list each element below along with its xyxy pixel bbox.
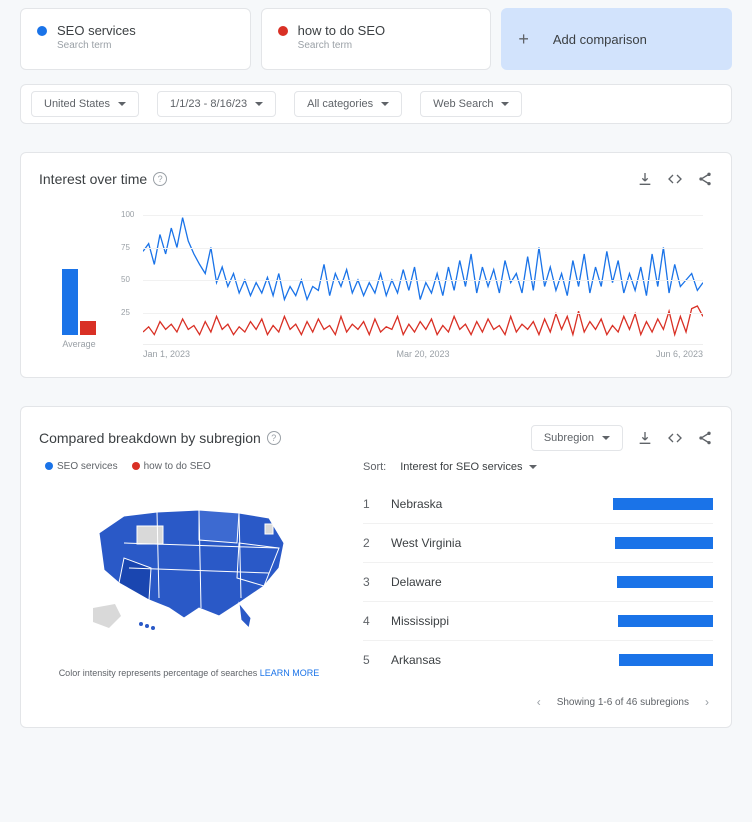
region-name: Delaware: [391, 575, 603, 589]
us-map[interactable]: [39, 488, 339, 638]
filter-category-label: All categories: [307, 98, 373, 110]
map-footnote: Color intensity represents percentage of…: [39, 668, 339, 678]
subregion-dropdown-label: Subregion: [544, 432, 594, 444]
plus-icon: +: [518, 29, 529, 50]
region-name: Nebraska: [391, 497, 599, 511]
chevron-down-icon: [602, 436, 610, 440]
embed-icon[interactable]: [667, 171, 683, 187]
share-icon[interactable]: [697, 430, 713, 446]
region-row[interactable]: 4 Mississippi: [363, 602, 713, 641]
region-row[interactable]: 2 West Virginia: [363, 524, 713, 563]
avg-bar-series-1: [62, 269, 78, 335]
filter-bar: United States 1/1/23 - 8/16/23 All categ…: [20, 84, 732, 124]
comparison-row: SEO services Search term how to do SEO S…: [20, 8, 732, 70]
region-rank: 4: [363, 614, 377, 628]
term-name: SEO services: [57, 23, 136, 38]
region-bar: [617, 576, 713, 588]
download-icon[interactable]: [637, 171, 653, 187]
filter-geo[interactable]: United States: [31, 91, 139, 117]
avg-bar-series-2: [80, 321, 96, 335]
chevron-down-icon: [255, 102, 263, 106]
learn-more-link[interactable]: LEARN MORE: [260, 668, 320, 678]
region-rank: 2: [363, 536, 377, 550]
x-tick: Jun 6, 2023: [656, 349, 703, 359]
term-name: how to do SEO: [298, 23, 385, 38]
pagination-text: Showing 1-6 of 46 subregions: [557, 697, 689, 708]
sort-dropdown[interactable]: Interest for SEO services: [400, 461, 536, 473]
region-bar: [619, 654, 713, 666]
line-chart: 255075100 Jan 1, 2023 Mar 20, 2023 Jun 6…: [121, 215, 703, 359]
legend-item: SEO services: [57, 461, 118, 472]
region-rank: 1: [363, 497, 377, 511]
filter-date[interactable]: 1/1/23 - 8/16/23: [157, 91, 276, 117]
region-name: Mississippi: [391, 614, 604, 628]
filter-search-type[interactable]: Web Search: [420, 91, 522, 117]
download-icon[interactable]: [637, 430, 653, 446]
region-list: 1 Nebraska 2 West Virginia 3 Delaware 4 Mississ…: [363, 485, 713, 679]
help-icon[interactable]: ?: [153, 172, 167, 186]
prev-page-button[interactable]: ‹: [533, 695, 545, 709]
x-tick: Mar 20, 2023: [396, 349, 449, 359]
sort-label: Sort:: [363, 461, 386, 473]
region-breakdown-card: Compared breakdown by subregion ? Subreg…: [20, 406, 732, 728]
chevron-down-icon: [501, 102, 509, 106]
region-row[interactable]: 1 Nebraska: [363, 485, 713, 524]
term-pill-1[interactable]: SEO services Search term: [20, 8, 251, 70]
average-label: Average: [62, 339, 95, 349]
share-icon[interactable]: [697, 171, 713, 187]
filter-category[interactable]: All categories: [294, 91, 402, 117]
term-subtitle: Search term: [57, 40, 136, 51]
average-bars: Average: [49, 215, 109, 359]
add-comparison-label: Add comparison: [553, 32, 647, 47]
card-title: Compared breakdown by subregion: [39, 430, 261, 446]
filter-date-label: 1/1/23 - 8/16/23: [170, 98, 247, 110]
card-title: Interest over time: [39, 171, 147, 187]
subregion-dropdown[interactable]: Subregion: [531, 425, 623, 451]
region-row[interactable]: 5 Arkansas: [363, 641, 713, 679]
chevron-down-icon: [381, 102, 389, 106]
interest-over-time-card: Interest over time ?: [20, 152, 732, 378]
region-bar: [613, 498, 713, 510]
region-rank: 3: [363, 575, 377, 589]
term-pill-2[interactable]: how to do SEO Search term: [261, 8, 492, 70]
region-name: Arkansas: [391, 653, 605, 667]
add-comparison-button[interactable]: + Add comparison: [501, 8, 732, 70]
region-row[interactable]: 3 Delaware: [363, 563, 713, 602]
filter-geo-label: United States: [44, 98, 110, 110]
term-color-dot: [37, 26, 47, 36]
x-tick: Jan 1, 2023: [143, 349, 190, 359]
term-color-dot: [278, 26, 288, 36]
region-bar: [615, 537, 713, 549]
region-rank: 5: [363, 653, 377, 667]
region-name: West Virginia: [391, 536, 601, 550]
region-bar: [618, 615, 713, 627]
sort-value: Interest for SEO services: [400, 461, 522, 473]
chevron-down-icon: [529, 465, 537, 469]
filter-search-type-label: Web Search: [433, 98, 493, 110]
next-page-button[interactable]: ›: [701, 695, 713, 709]
term-subtitle: Search term: [298, 40, 385, 51]
embed-icon[interactable]: [667, 430, 683, 446]
chevron-down-icon: [118, 102, 126, 106]
legend-item: how to do SEO: [144, 461, 211, 472]
help-icon[interactable]: ?: [267, 431, 281, 445]
map-legend: SEO services how to do SEO: [45, 461, 339, 472]
